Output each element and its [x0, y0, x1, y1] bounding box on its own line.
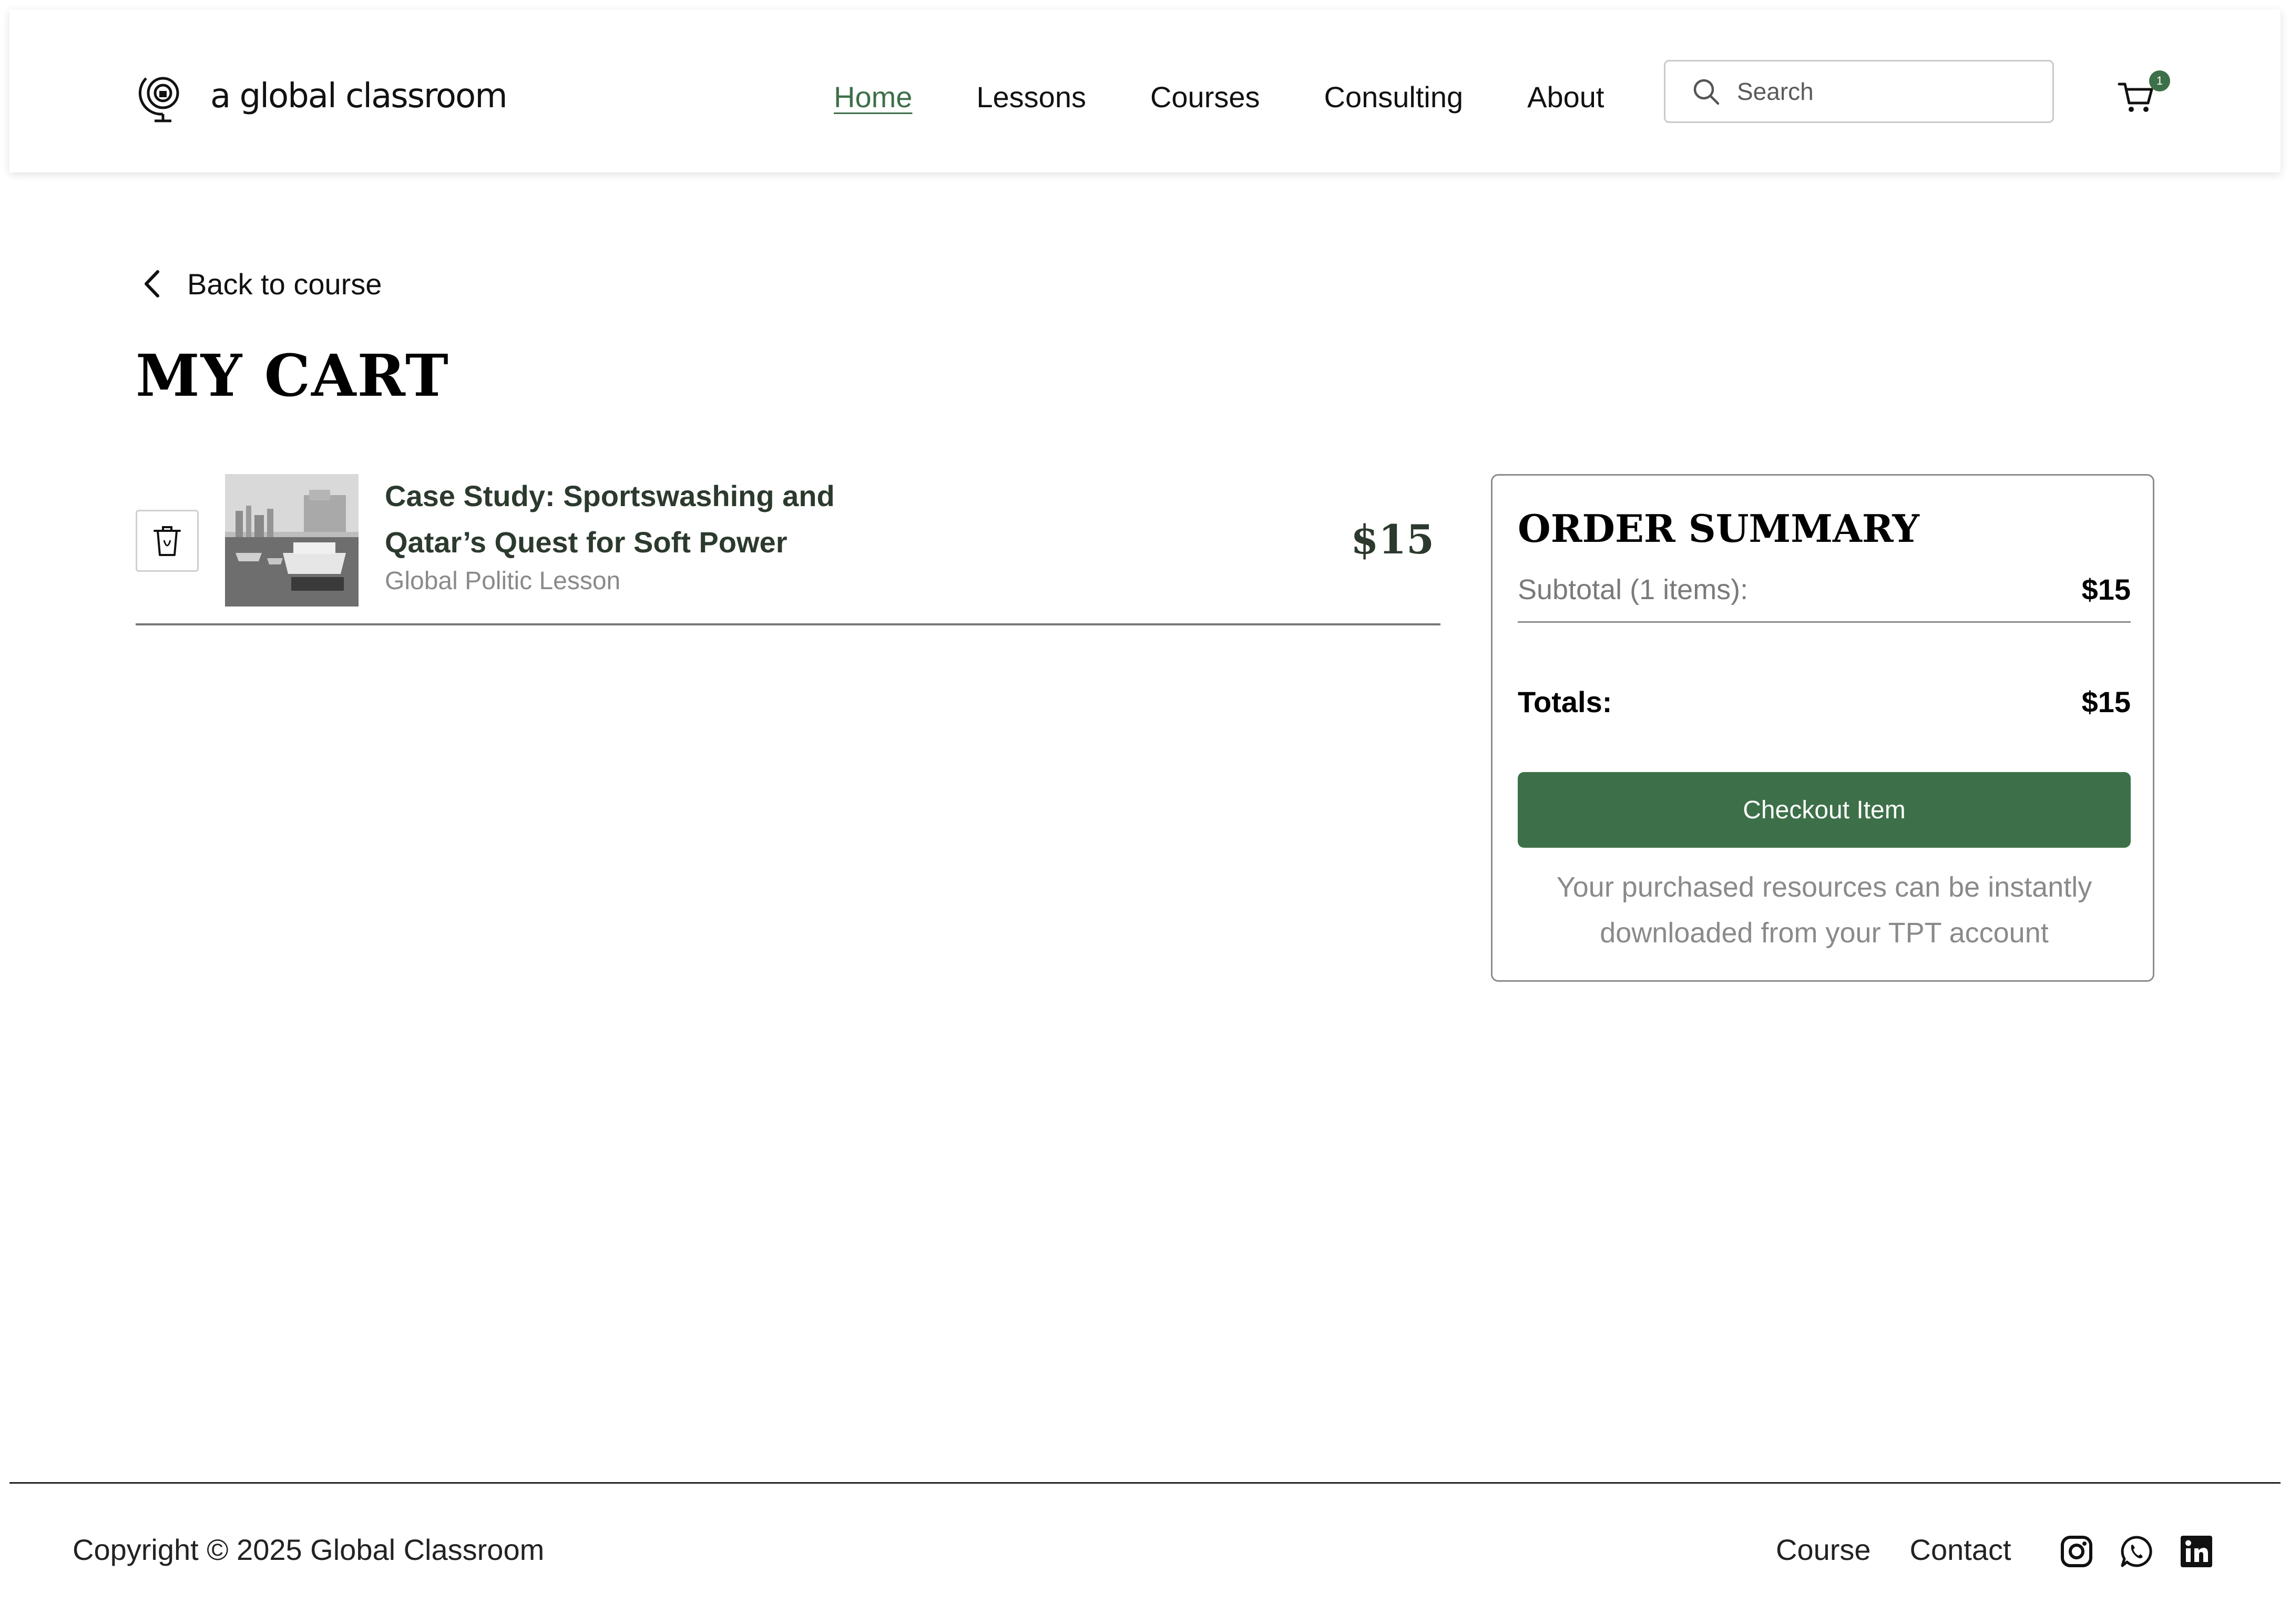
- download-note: Your purchased resources can be instantl…: [1556, 871, 2092, 949]
- main-nav: Home Lessons Courses Consulting About: [834, 76, 1668, 118]
- item-price: $15: [1351, 516, 1434, 563]
- search-box[interactable]: [1664, 60, 2054, 123]
- instagram-icon[interactable]: [2060, 1535, 2093, 1568]
- subtotal-label: Subtotal (1 items):: [1518, 573, 1749, 605]
- nav-about[interactable]: About: [1527, 80, 1604, 114]
- checkout-button[interactable]: Checkout Item: [1518, 772, 2131, 848]
- trash-icon: [154, 526, 181, 556]
- site-header: a global classroom Home Lessons Courses …: [9, 9, 2281, 172]
- nav-consulting[interactable]: Consulting: [1324, 80, 1464, 114]
- order-summary: ORDER SUMMARY Subtotal (1 items): $15 To…: [1491, 474, 2154, 982]
- footer-link-course[interactable]: Course: [1776, 1533, 1871, 1567]
- linkedin-icon[interactable]: [2180, 1535, 2213, 1568]
- summary-title: ORDER SUMMARY: [1518, 506, 1919, 551]
- remove-item-button[interactable]: [136, 510, 199, 572]
- harbor-photo: [225, 474, 359, 607]
- total-label: Totals:: [1518, 685, 1612, 718]
- total-value: $15: [2081, 685, 2131, 718]
- cart-count-badge: 1: [2149, 70, 2170, 91]
- chevron-left-icon: [145, 270, 159, 297]
- footer-nav: Course Contact: [1776, 1533, 2050, 1567]
- whatsapp-icon[interactable]: [2120, 1535, 2153, 1568]
- footer-divider: [9, 1482, 2281, 1484]
- logo[interactable]: a global classroom: [136, 67, 508, 125]
- item-title[interactable]: Case Study: Sportswashing and Qatar’s Qu…: [385, 473, 911, 566]
- cart-button[interactable]: 1: [2118, 68, 2170, 116]
- back-to-course-link[interactable]: Back to course: [137, 265, 382, 302]
- search-icon: [1693, 79, 1720, 105]
- cart-item: Case Study: Sportswashing and Qatar’s Qu…: [136, 473, 1440, 625]
- copyright-text: Copyright © 2025 Global Classroom: [73, 1533, 545, 1566]
- globe-icon: [138, 77, 179, 122]
- page-title: MY CART: [136, 342, 449, 409]
- subtotal-row: Subtotal (1 items): $15: [1518, 570, 2131, 623]
- nav-courses[interactable]: Courses: [1150, 80, 1260, 114]
- total-row: Totals: $15: [1518, 675, 2131, 728]
- subtotal-value: $15: [2081, 573, 2131, 606]
- footer-link-contact[interactable]: Contact: [1910, 1533, 2011, 1567]
- social-links: [2060, 1535, 2240, 1568]
- nav-home[interactable]: Home: [834, 80, 912, 114]
- nav-lessons[interactable]: Lessons: [976, 80, 1086, 114]
- search-input[interactable]: [1736, 77, 2030, 106]
- back-link-label: Back to course: [187, 267, 382, 301]
- item-thumbnail[interactable]: [225, 474, 359, 607]
- item-subtitle: Global Politic Lesson: [385, 567, 621, 595]
- logo-text: a global classroom: [210, 77, 508, 116]
- shopping-cart-icon: [2118, 83, 2153, 112]
